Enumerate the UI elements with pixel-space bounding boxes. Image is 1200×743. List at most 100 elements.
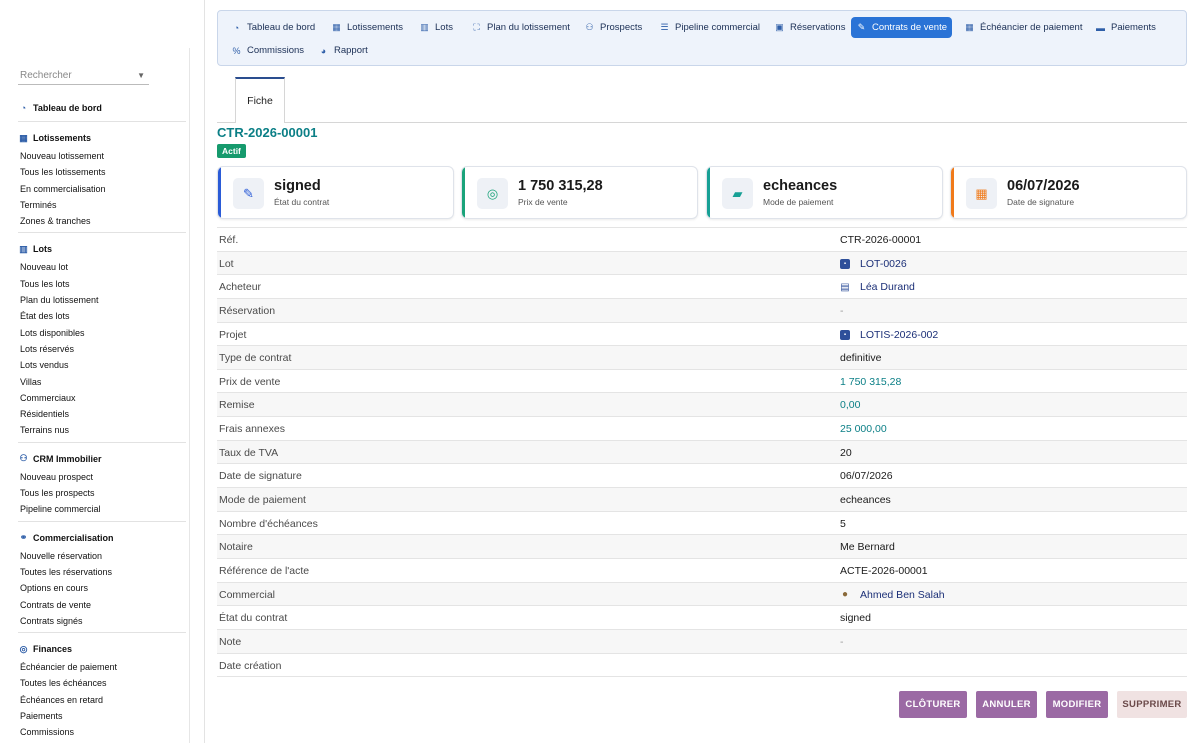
sidebar-item[interactable]: Lots disponibles [18, 325, 186, 341]
sidebar-section-header[interactable]: ▦ Lotissements [18, 130, 186, 146]
nav-item[interactable]: ▬ Paiements [1090, 17, 1161, 38]
sidebar-section-header[interactable]: ◔ Tableau de bord [18, 100, 186, 116]
detail-row: Commercial ● Ahmed Ben Salah [217, 582, 1187, 607]
sidebar-item[interactable]: Résidentiels [18, 406, 186, 422]
sidebar-section-header[interactable]: ⚭ Commercialisation [18, 530, 186, 546]
nav-item-label: Commissions [247, 45, 305, 56]
gauge-icon: ◔ [233, 22, 240, 33]
nav-item[interactable]: ▥ Lots [414, 17, 458, 38]
detail-value-text: LOTIS-2026-002 [860, 328, 939, 341]
delete-button[interactable]: SUPPRIMER [1117, 691, 1187, 718]
sidebar-item[interactable]: Tous les lots [18, 276, 186, 292]
nav-item[interactable]: ▦ Lotissements [326, 17, 408, 38]
kpi-cards: ✎ signed État du contrat ◎ 1 750 315,28 Prix … [217, 166, 1187, 219]
detail-label: Date de signature [219, 470, 302, 483]
sidebar-item[interactable]: Paiements [18, 708, 186, 724]
detail-label: Nombre d'échéances [219, 517, 318, 530]
sidebar-item[interactable]: Contrats signés [18, 613, 186, 629]
sidebar-section-title: Tableau de bord [33, 103, 102, 113]
nav-item[interactable]: ✎ Contrats de vente [851, 17, 952, 38]
sidebar-section-header[interactable]: ▥ Lots [18, 241, 186, 257]
nav-item[interactable]: ◕ Rapport [313, 40, 373, 61]
coins-icon: ◎ [19, 643, 28, 654]
nav-item[interactable]: ⚇ Prospects [579, 17, 647, 38]
sidebar-item[interactable]: État des lots [18, 308, 186, 324]
sidebar-section-title: Lots [33, 244, 52, 255]
sidebar-item[interactable]: Options en cours [18, 580, 186, 596]
sidebar-item[interactable]: Tous les prospects [18, 485, 186, 501]
tab-fiche[interactable]: Fiche [235, 77, 285, 123]
sidebar-item[interactable]: Lots réservés [18, 341, 186, 357]
kpi-card: ▰ echeances Mode de paiement [706, 166, 943, 219]
detail-label: Prix de vente [219, 375, 281, 388]
nav-item-label: Échéancier de paiement [980, 22, 1083, 33]
sidebar-item[interactable]: Nouveau lotissement [18, 148, 186, 164]
handshake-icon: ⚭ [19, 532, 28, 543]
sidebar-item[interactable]: Pipeline commercial [18, 501, 186, 517]
detail-value-text: ACTE-2026-00001 [840, 564, 928, 577]
kpi-card-accent [951, 167, 954, 218]
gauge-icon: ◔ [20, 103, 27, 113]
sidebar-item[interactable]: Nouveau prospect [18, 469, 186, 485]
nav-item[interactable]: ▦ Échéancier de paiement [959, 17, 1087, 38]
cancel-button[interactable]: ANNULER [976, 691, 1037, 718]
detail-value: definitive [840, 352, 881, 364]
sidebar-item[interactable]: Lots vendus [18, 357, 186, 373]
main-content: ◔ Tableau de bord ▦ Lotissements ▥ Lots ⛶ Plan … [217, 10, 1187, 718]
record-title: CTR-2026-00001 [217, 125, 318, 140]
nav-item[interactable]: ☰ Pipeline commercial [654, 17, 765, 38]
kpi-card-value: echeances [763, 178, 838, 194]
buildings-icon: ▦ [19, 132, 28, 143]
detail-value: 0,00 [840, 399, 860, 411]
nav-item-label: Pipeline commercial [675, 22, 761, 33]
close-button[interactable]: CLÔTURER [899, 691, 967, 718]
nav-item[interactable]: ⛶ Plan du lotissement [466, 17, 575, 38]
sidebar-item[interactable]: En commercialisation [18, 181, 186, 197]
money-icon: ▬ [1096, 22, 1105, 33]
detail-value[interactable]: ● Ahmed Ben Salah [840, 589, 945, 601]
map-icon: ▥ [19, 243, 28, 254]
sidebar-item[interactable]: Nouveau lot [18, 259, 186, 275]
detail-value: ACTE-2026-00001 [840, 565, 928, 577]
kpi-card-accent [707, 167, 710, 218]
detail-value[interactable]: ▪ LOTIS-2026-002 [840, 329, 938, 341]
calendar-check-icon: ▣ [775, 22, 784, 32]
detail-value-text: definitive [840, 352, 882, 365]
signature-icon: ✎ [233, 178, 264, 209]
sidebar-item[interactable]: Toutes les échéances [18, 675, 186, 691]
nav-item[interactable]: ◔ Tableau de bord [226, 17, 320, 38]
sidebar-item[interactable]: Nouvelle réservation [18, 548, 186, 564]
map-icon: ▥ [420, 22, 429, 32]
detail-value: CTR-2026-00001 [840, 234, 921, 246]
search-input[interactable]: Rechercher ▼ [18, 66, 149, 85]
detail-value-text: CTR-2026-00001 [840, 234, 922, 246]
sidebar-item[interactable]: Contrats de vente [18, 597, 186, 613]
sidebar-item[interactable]: Tous les lotissements [18, 164, 186, 180]
detail-value[interactable]: ▪ LOT-0026 [840, 258, 907, 270]
detail-value[interactable]: ▤ Léa Durand [840, 281, 915, 293]
sidebar-item[interactable]: Commerciaux [18, 390, 186, 406]
sidebar-section-header[interactable]: ◎ Finances [18, 641, 186, 657]
sidebar-item[interactable]: Terrains nus [18, 422, 186, 438]
sidebar-item[interactable]: Échéancier de paiement [18, 659, 186, 675]
nav-item[interactable]: % Commissions [226, 40, 309, 61]
detail-value-text: 06/07/2026 [840, 470, 893, 483]
sidebar-item[interactable]: Terminés [18, 197, 186, 213]
detail-label: Réf. [219, 234, 239, 246]
detail-value-text: Léa Durand [860, 281, 915, 294]
user-plus-icon: ⚇ [19, 453, 28, 464]
sidebar-item[interactable]: Zones & tranches [18, 213, 186, 229]
sidebar-item[interactable]: Villas [18, 374, 186, 390]
edit-button[interactable]: MODIFIER [1046, 691, 1108, 718]
sidebar-item[interactable]: Toutes les réservations [18, 564, 186, 580]
sidebar-item[interactable]: Commissions [18, 724, 186, 740]
nav-item[interactable]: ▣ Réservations [769, 17, 850, 38]
sidebar-item[interactable]: Plan du lotissement [18, 292, 186, 308]
detail-row: Notaire Me Bernard [217, 535, 1187, 559]
detail-row: Remise 0,00 [217, 393, 1187, 418]
building-icon: ▤ [840, 281, 850, 293]
tab-bar: Fiche [217, 76, 1187, 123]
detail-label: Remise [219, 399, 255, 412]
sidebar-section-header[interactable]: ⚇ CRM Immobilier [18, 451, 186, 467]
sidebar-item[interactable]: Échéances en retard [18, 692, 186, 708]
